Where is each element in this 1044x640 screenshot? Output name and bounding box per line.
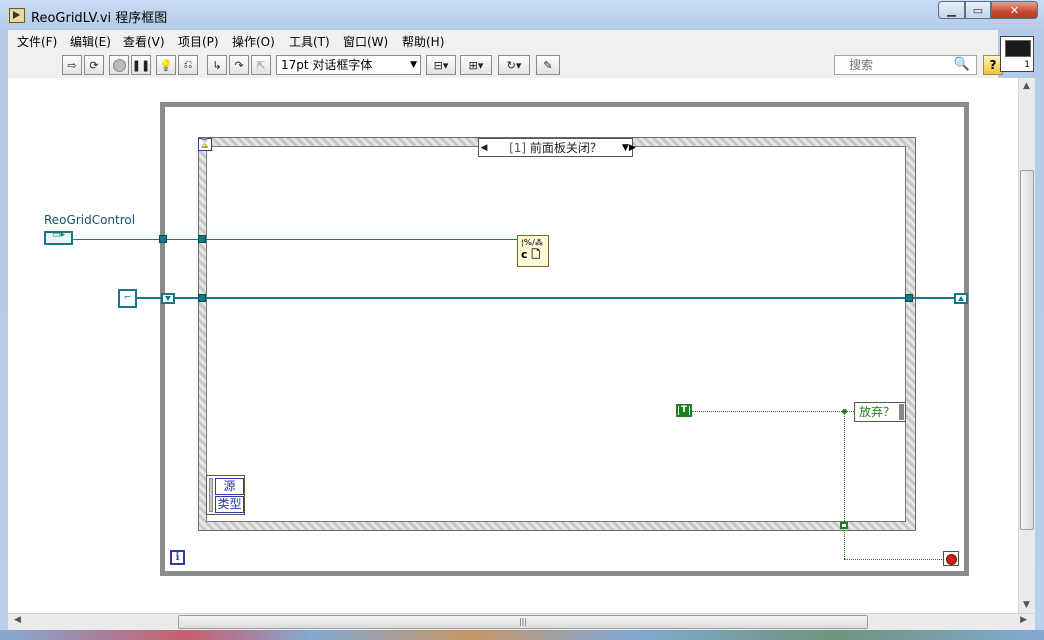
font-select[interactable]: 17pt 对话框字体 ▼ — [276, 55, 421, 75]
reogrid-refnum-wire[interactable] — [73, 239, 518, 240]
event-registration-wire[interactable] — [137, 297, 963, 299]
iteration-terminal[interactable]: i — [170, 550, 185, 565]
menu-edit[interactable]: 编辑(E) — [70, 33, 111, 50]
true-constant[interactable]: T — [676, 404, 692, 417]
menu-operate[interactable]: 操作(O) — [232, 33, 275, 50]
window-title: ReoGridLV.vi 程序框图 — [31, 11, 168, 26]
toolbar: ⇨ ⟳ ❚❚ 💡 ⎌ ↳ ↷ ⇱ 17pt 对话框字体 ▼ ⊟▾ ⊞▾ ↻▾ ✎ … — [8, 50, 1003, 79]
menu-tools[interactable]: 工具(T) — [289, 33, 330, 50]
labview-window: ReoGridLV.vi 程序框图 ▁ ▭ ✕ 文件(F) 编辑(E) 查看(V… — [0, 0, 1044, 640]
title-bar[interactable]: ReoGridLV.vi 程序框图 ▁ ▭ ✕ — [0, 0, 1044, 30]
abort-icon[interactable] — [109, 55, 129, 75]
discard-terminal[interactable]: 放弃？ — [854, 402, 906, 422]
highlight-execution-icon[interactable]: 💡 — [156, 55, 176, 75]
block-diagram-canvas[interactable]: ReoGridControl ⌐ ⌛ ◀ [1] 前面板关闭？ ▼▶ ¦%/⁂ … — [8, 78, 1018, 613]
reogrid-control-refnum[interactable] — [44, 230, 73, 245]
vertical-scroll-thumb[interactable] — [1020, 170, 1034, 530]
run-continuously-icon[interactable]: ⟳ — [84, 55, 104, 75]
connector-pane-icon[interactable]: 1 — [1000, 36, 1034, 72]
scroll-up-icon[interactable]: ▲ — [1023, 81, 1030, 91]
horizontal-scrollbar[interactable]: ◀ ||| ▶ — [8, 613, 1035, 630]
menu-view[interactable]: 查看(V) — [123, 33, 165, 50]
event-registration-tunnel-left[interactable] — [198, 294, 206, 302]
caption-buttons: ▁ ▭ ✕ — [938, 1, 1038, 20]
menu-help[interactable]: 帮助(H) — [402, 33, 444, 50]
stop-boolean-wire-vertical[interactable] — [844, 411, 845, 559]
event-registration-refnum[interactable]: ⌐ — [118, 289, 137, 308]
loop-condition-terminal[interactable] — [943, 551, 959, 566]
maximize-button[interactable]: ▭ — [965, 1, 991, 19]
run-icon[interactable]: ⇨ — [62, 55, 82, 75]
pause-icon[interactable]: ❚❚ — [131, 55, 151, 75]
shift-register-right[interactable] — [954, 293, 968, 304]
menu-file[interactable]: 文件(F) — [17, 33, 57, 50]
reogrid-control-label: ReoGridControl — [44, 213, 136, 227]
scroll-down-icon[interactable]: ▼ — [1023, 600, 1030, 610]
event-output-tunnel[interactable] — [840, 522, 848, 529]
search-input[interactable] — [849, 57, 949, 73]
connector-pane-number: 1 — [1024, 60, 1030, 70]
menu-bar: 文件(F) 编辑(E) 查看(V) 项目(P) 操作(O) 工具(T) 窗口(W… — [8, 30, 998, 50]
event-data-source[interactable]: 源 — [215, 478, 244, 495]
reorder-icon[interactable]: ↻▾ — [498, 55, 530, 75]
menu-window[interactable]: 窗口(W) — [343, 33, 388, 50]
search-icon[interactable]: 🔍 — [954, 57, 970, 72]
distribute-objects-icon[interactable]: ⊞▾ — [460, 55, 492, 75]
menu-project[interactable]: 项目(P) — [178, 33, 219, 50]
event-registration-tunnel-right[interactable] — [905, 294, 913, 302]
discard-boolean-wire[interactable] — [692, 411, 854, 412]
vi-icon-screen — [1005, 40, 1031, 57]
vertical-scrollbar[interactable]: ▲ ▼ — [1018, 78, 1035, 613]
event-data-type[interactable]: 类型 — [215, 496, 244, 513]
horizontal-scroll-thumb[interactable]: ||| — [178, 615, 868, 629]
event-structure-pane[interactable] — [206, 146, 906, 522]
vi-icon — [9, 8, 25, 23]
step-out-icon[interactable]: ⇱ — [251, 55, 271, 75]
scroll-right-icon[interactable]: ▶ — [1020, 615, 1027, 625]
reogrid-method-node[interactable]: ¦%/⁂ c 🗋 — [517, 235, 549, 267]
prev-case-icon[interactable]: ◀ — [479, 143, 489, 153]
event-data-node[interactable]: 源 类型 — [206, 475, 245, 515]
timeout-terminal-icon[interactable]: ⌛ — [198, 138, 212, 151]
minimize-button[interactable]: ▁ — [938, 1, 965, 19]
search-box[interactable]: 🔍 — [834, 55, 977, 75]
case-dropdown-icon[interactable]: ▼▶ — [622, 143, 636, 153]
align-objects-icon[interactable]: ⊟▾ — [426, 55, 456, 75]
event-case-selector[interactable]: ◀ [1] 前面板关闭？ ▼▶ — [478, 138, 636, 157]
event-tunnel-left[interactable] — [198, 235, 206, 243]
stop-boolean-wire[interactable] — [844, 559, 944, 560]
scroll-left-icon[interactable]: ◀ — [14, 615, 21, 625]
event-case-label: 前面板关闭？ — [529, 141, 602, 155]
loop-tunnel-left[interactable] — [159, 235, 167, 243]
shift-register-left[interactable] — [161, 293, 175, 304]
step-into-icon[interactable]: ↳ — [207, 55, 227, 75]
desktop-background-strip — [0, 630, 1044, 640]
close-button[interactable]: ✕ — [991, 1, 1038, 19]
clean-up-diagram-icon[interactable]: ✎ — [536, 55, 560, 75]
retain-wire-values-icon[interactable]: ⎌ — [178, 55, 198, 75]
step-over-icon[interactable]: ↷ — [229, 55, 249, 75]
